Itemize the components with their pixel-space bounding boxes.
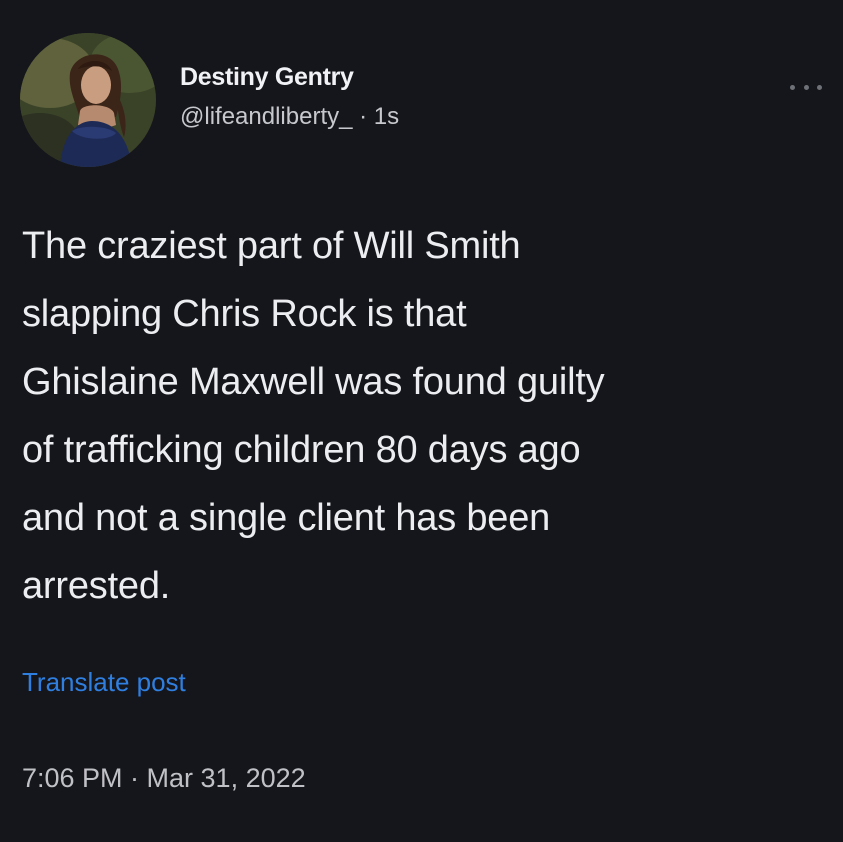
author-display-name[interactable]: Destiny Gentry [180,62,399,92]
more-dot [803,84,809,90]
tweet-card: Destiny Gentry @lifeandliberty_ · 1s The… [0,0,843,842]
avatar[interactable] [20,33,156,167]
post-text: The craziest part of Will Smith slapping… [22,225,605,607]
more-horizontal-icon[interactable] [790,78,822,96]
more-dot [790,84,795,90]
post-header: Destiny Gentry @lifeandliberty_ · 1s [180,62,399,132]
author-handle[interactable]: @lifeandliberty_ [180,103,352,130]
post-age: · 1s [359,103,400,130]
author-handle-line: @lifeandliberty_ · 1s [180,102,399,132]
more-dot [817,84,822,90]
translate-post-link[interactable]: Translate post [22,664,186,700]
post-timestamp[interactable]: 7:06 PM · Mar 31, 2022 [22,760,306,796]
avatar-image [20,33,156,167]
